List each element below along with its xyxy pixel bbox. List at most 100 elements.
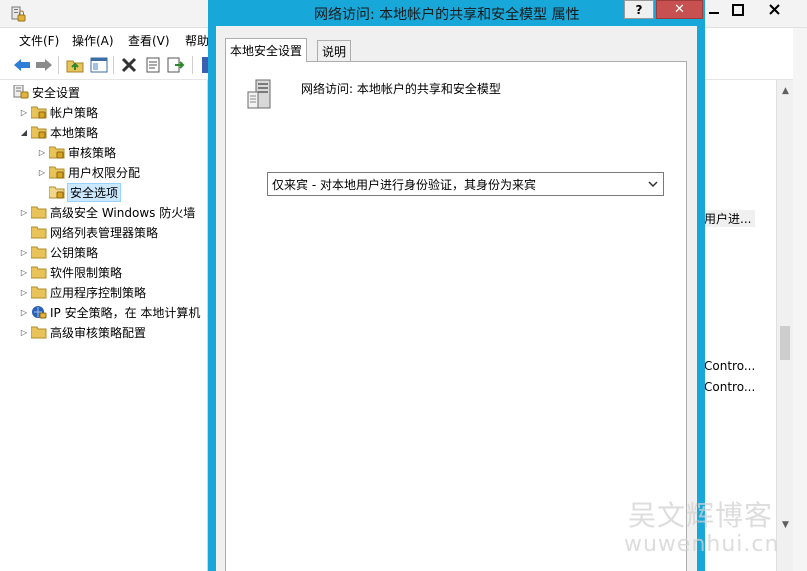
arrow-right-icon <box>36 59 52 71</box>
delete-x-icon <box>121 57 137 73</box>
arrow-left-icon <box>14 59 30 71</box>
tree-item-app-control[interactable]: ▷ 应用程序控制策略 <box>19 282 146 302</box>
tree-item-label: 高级审核策略配置 <box>50 325 147 340</box>
list-item[interactable]: Contro... <box>704 359 755 373</box>
tree-item-firewall[interactable]: ▷ 高级安全 Windows 防火墙 <box>19 202 195 222</box>
chevron-right-icon[interactable]: ▷ <box>19 247 29 257</box>
folder-icon <box>31 266 47 279</box>
export-list-button[interactable] <box>166 55 186 75</box>
maximize-icon <box>732 3 744 16</box>
mmc-caption-buttons <box>704 0 807 19</box>
dialog-title: 网络访问: 本地帐户的共享和安全模型 属性 <box>314 7 580 23</box>
chevron-down-icon[interactable]: ◢ <box>19 127 29 137</box>
tree-item-user-rights[interactable]: ▷ 用户权限分配 <box>37 162 140 182</box>
folder-icon <box>31 206 47 219</box>
chevron-right-icon[interactable]: ▷ <box>19 287 29 297</box>
tab-local-security-setting[interactable]: 本地安全设置 <box>225 38 308 62</box>
menu-file[interactable]: 文件(F) <box>19 32 59 49</box>
tree-item-software-restriction[interactable]: ▷ 软件限制策略 <box>19 262 122 282</box>
folder-icon <box>31 246 47 259</box>
local-security-policy-icon <box>11 6 26 22</box>
chevron-right-icon[interactable]: ▷ <box>37 147 47 157</box>
list-item[interactable]: Contro... <box>704 380 755 394</box>
dialog-titlebar[interactable]: 网络访问: 本地帐户的共享和安全模型 属性 ? ✕ <box>208 0 705 26</box>
tree-item-label: 高级安全 Windows 防火墙 <box>50 205 196 220</box>
tree-item-public-key[interactable]: ▷ 公钥策略 <box>19 242 98 262</box>
scrollbar-thumb[interactable] <box>780 326 790 360</box>
dialog-close-button[interactable]: ✕ <box>656 0 703 19</box>
window-edge <box>793 28 807 571</box>
tree-item-label: 应用程序控制策略 <box>50 285 147 300</box>
properties-button[interactable] <box>143 55 163 75</box>
tree-item-label: IP 安全策略，在 本地计算机 <box>50 305 201 320</box>
folder-icon <box>31 326 47 339</box>
forward-button[interactable] <box>34 55 54 75</box>
tree-item-security-options[interactable]: 安全选项 <box>47 182 122 202</box>
folder-up-icon <box>66 60 84 73</box>
chevron-right-icon[interactable]: ▷ <box>19 267 29 277</box>
watermark-cn: 吴文辉博客 <box>628 499 774 532</box>
console-tree-icon <box>90 57 108 73</box>
tree-item-label: 公钥策略 <box>50 245 99 260</box>
tree-item-label: 安全设置 <box>32 85 81 100</box>
mmc-restore-button[interactable] <box>724 0 752 19</box>
menu-help[interactable]: 帮助 <box>185 32 209 49</box>
watermark: 吴文辉博客 wuwenhui.cn <box>620 494 800 564</box>
properties-dialog: 网络访问: 本地帐户的共享和安全模型 属性 ? ✕ 本地安全设置 说明 网络访问… <box>208 0 705 571</box>
chevron-right-icon[interactable]: ▷ <box>19 107 29 117</box>
delete-button[interactable] <box>119 55 139 75</box>
export-icon <box>167 57 185 73</box>
show-hide-tree-button[interactable] <box>89 55 109 75</box>
dialog-help-button[interactable]: ? <box>624 0 654 19</box>
tree-item-account-policies[interactable]: ▷ 帐户策略 <box>19 102 98 122</box>
tree-item-local-policies[interactable]: ◢ 本地策略 <box>19 122 98 142</box>
security-settings-icon <box>13 85 29 99</box>
menu-action[interactable]: 操作(A) <box>72 32 114 49</box>
tab-explain[interactable]: 说明 <box>317 40 352 62</box>
folder-icon <box>31 286 47 299</box>
chevron-down-icon[interactable] <box>648 177 658 191</box>
tree-item-security-settings[interactable]: 安全设置 <box>11 82 80 102</box>
watermark-en: wuwenhui.cn <box>624 532 780 557</box>
tree-item-audit-policy[interactable]: ▷ 审核策略 <box>37 142 116 162</box>
chevron-right-icon[interactable]: ▷ <box>19 327 29 337</box>
scroll-up-icon[interactable]: ▲ <box>780 86 791 97</box>
tree-item-label: 帐户策略 <box>50 105 99 120</box>
server-policy-icon <box>247 79 271 109</box>
dialog-body: 本地安全设置 说明 网络访问: 本地帐户的共享和安全模型 仅来宾 - 对本地用户… <box>216 26 697 571</box>
tree-item-network-list[interactable]: 网络列表管理器策略 <box>29 222 158 242</box>
list-item[interactable]: 用户进... <box>704 210 756 227</box>
chevron-right-icon[interactable]: ▷ <box>37 167 47 177</box>
folder-lock-icon <box>31 126 47 139</box>
chevron-right-icon[interactable]: ▷ <box>19 207 29 217</box>
sharing-model-select[interactable]: 仅来宾 - 对本地用户进行身份验证，其身份为来宾 <box>267 172 664 196</box>
chevron-right-icon[interactable]: ▷ <box>19 307 29 317</box>
properties-icon <box>146 57 160 73</box>
mmc-close-button[interactable] <box>752 0 797 19</box>
tree-item-advanced-audit[interactable]: ▷ 高级审核策略配置 <box>19 322 146 342</box>
toolbar-separator <box>192 56 193 74</box>
console-tree: 安全设置 ▷ 帐户策略 ◢ 本地策略 ▷ 审核策略 ▷ 用户权限分配 安全选项 <box>8 80 208 571</box>
menu-view[interactable]: 查看(V) <box>128 32 170 49</box>
folder-lock-open-icon <box>49 186 65 199</box>
folder-lock-icon <box>31 106 47 119</box>
tree-item-label: 本地策略 <box>50 125 99 140</box>
minimize-icon <box>709 11 719 14</box>
up-one-level-button[interactable] <box>65 55 85 75</box>
toolbar-separator <box>58 56 59 74</box>
folder-icon <box>31 226 47 239</box>
tree-item-label: 网络列表管理器策略 <box>50 225 159 240</box>
folder-lock-icon <box>49 166 65 179</box>
toolbar-separator <box>113 56 114 74</box>
tree-item-ip-security[interactable]: ▷ IP 安全策略，在 本地计算机 <box>19 302 200 322</box>
back-button[interactable] <box>12 55 32 75</box>
mmc-minimize-button[interactable] <box>704 0 724 19</box>
select-value: 仅来宾 - 对本地用户进行身份验证，其身份为来宾 <box>272 177 536 192</box>
tree-item-label: 软件限制策略 <box>50 265 123 280</box>
policy-name: 网络访问: 本地帐户的共享和安全模型 <box>301 82 501 96</box>
close-icon <box>769 4 780 15</box>
tab-page: 网络访问: 本地帐户的共享和安全模型 仅来宾 - 对本地用户进行身份验证，其身份… <box>225 61 687 571</box>
ip-security-icon <box>32 306 47 319</box>
folder-lock-icon <box>49 146 65 159</box>
close-icon: ✕ <box>674 2 685 17</box>
